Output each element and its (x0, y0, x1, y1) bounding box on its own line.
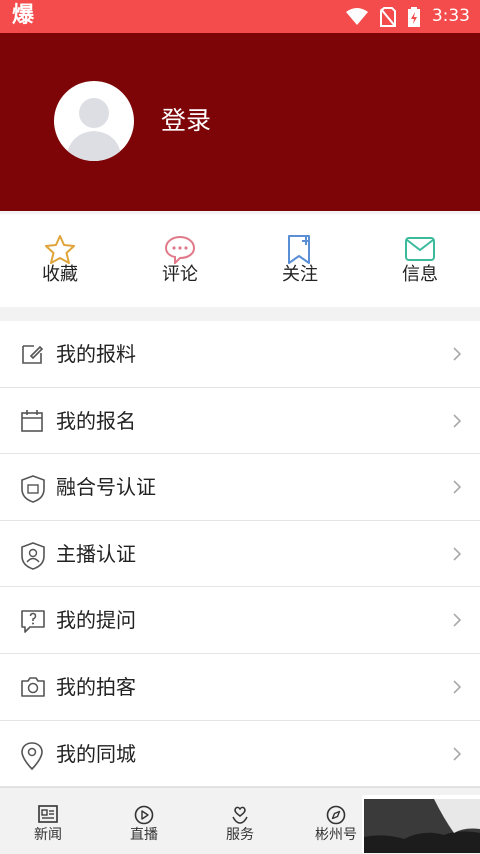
menu-item-label: 我的报名 (56, 408, 136, 433)
chevron-right-icon (453, 480, 462, 494)
menu-item-label: 主播认证 (56, 541, 136, 566)
quick-action-comments[interactable]: 评论 (120, 214, 240, 307)
quick-action-label: 收藏 (42, 264, 78, 285)
menu-item-my-signups[interactable]: 我的报名 (0, 388, 480, 455)
chevron-right-icon (453, 680, 462, 694)
menu-item-label: 我的同城 (56, 741, 136, 766)
edit-icon (22, 345, 44, 364)
quick-action-label: 信息 (402, 264, 438, 285)
avatar[interactable] (54, 81, 134, 161)
default-user-icon (66, 98, 122, 161)
compass-icon (326, 805, 346, 825)
quick-action-label: 关注 (282, 264, 318, 285)
bookmark-add-icon (288, 235, 310, 264)
menu-list: 我的报料 我的报名 融合号认证 主播认证 我的提问 我的拍客 我的同城 (0, 321, 480, 788)
tab-label: 直播 (130, 827, 158, 843)
status-icons: 3:33 (345, 0, 470, 33)
menu-item-my-questions[interactable]: 我的提问 (0, 587, 480, 654)
quick-action-favorites[interactable]: 收藏 (0, 214, 120, 307)
battery-charging-icon (407, 6, 420, 27)
mail-icon (405, 237, 435, 261)
tab-news[interactable]: 新闻 (0, 788, 96, 854)
tab-label: 服务 (226, 827, 254, 843)
menu-item-host-certification[interactable]: 主播认证 (0, 521, 480, 588)
no-sim-icon (379, 6, 396, 27)
quick-action-follow[interactable]: 关注 (240, 214, 360, 307)
star-icon (45, 235, 75, 264)
shield-user-icon (21, 541, 45, 570)
menu-item-my-photos[interactable]: 我的拍客 (0, 654, 480, 721)
login-link[interactable]: 登录 (161, 105, 211, 137)
menu-item-label: 我的提问 (56, 608, 136, 633)
question-icon (21, 610, 45, 634)
camera-icon (21, 677, 45, 697)
status-bar: 爆 3:33 (0, 0, 480, 33)
profile-header: 登录 (0, 33, 480, 211)
menu-item-label: 融合号认证 (56, 475, 156, 500)
quick-action-messages[interactable]: 信息 (360, 214, 480, 307)
tab-live[interactable]: 直播 (96, 788, 192, 854)
menu-item-label: 我的拍客 (56, 674, 136, 699)
quick-actions: 收藏 评论 关注 信息 (0, 214, 480, 307)
thumbnail-image (364, 799, 480, 853)
live-icon (134, 805, 154, 825)
quick-action-label: 评论 (162, 264, 198, 285)
location-icon (21, 741, 43, 770)
tab-service[interactable]: 服务 (192, 788, 288, 854)
chevron-right-icon (453, 414, 462, 428)
chevron-right-icon (453, 613, 462, 627)
wifi-icon (345, 7, 368, 25)
floating-thumbnail[interactable] (362, 795, 480, 853)
menu-item-media-certification[interactable]: 融合号认证 (0, 454, 480, 521)
chevron-right-icon (453, 746, 462, 761)
service-icon (232, 806, 248, 824)
chevron-right-icon (453, 347, 462, 361)
thumbnail-graphic (364, 799, 480, 853)
comment-icon (164, 235, 196, 264)
menu-item-my-reports[interactable]: 我的报料 (0, 321, 480, 388)
menu-item-my-city[interactable]: 我的同城 (0, 721, 480, 788)
calendar-icon (21, 409, 43, 432)
news-icon (38, 805, 58, 823)
menu-item-label: 我的报料 (56, 342, 136, 366)
tab-label: 新闻 (34, 827, 62, 843)
chevron-right-icon (453, 547, 462, 561)
status-time: 3:33 (431, 6, 470, 26)
app-notification-icon: 爆 (12, 3, 35, 28)
shield-badge-icon (21, 475, 45, 504)
